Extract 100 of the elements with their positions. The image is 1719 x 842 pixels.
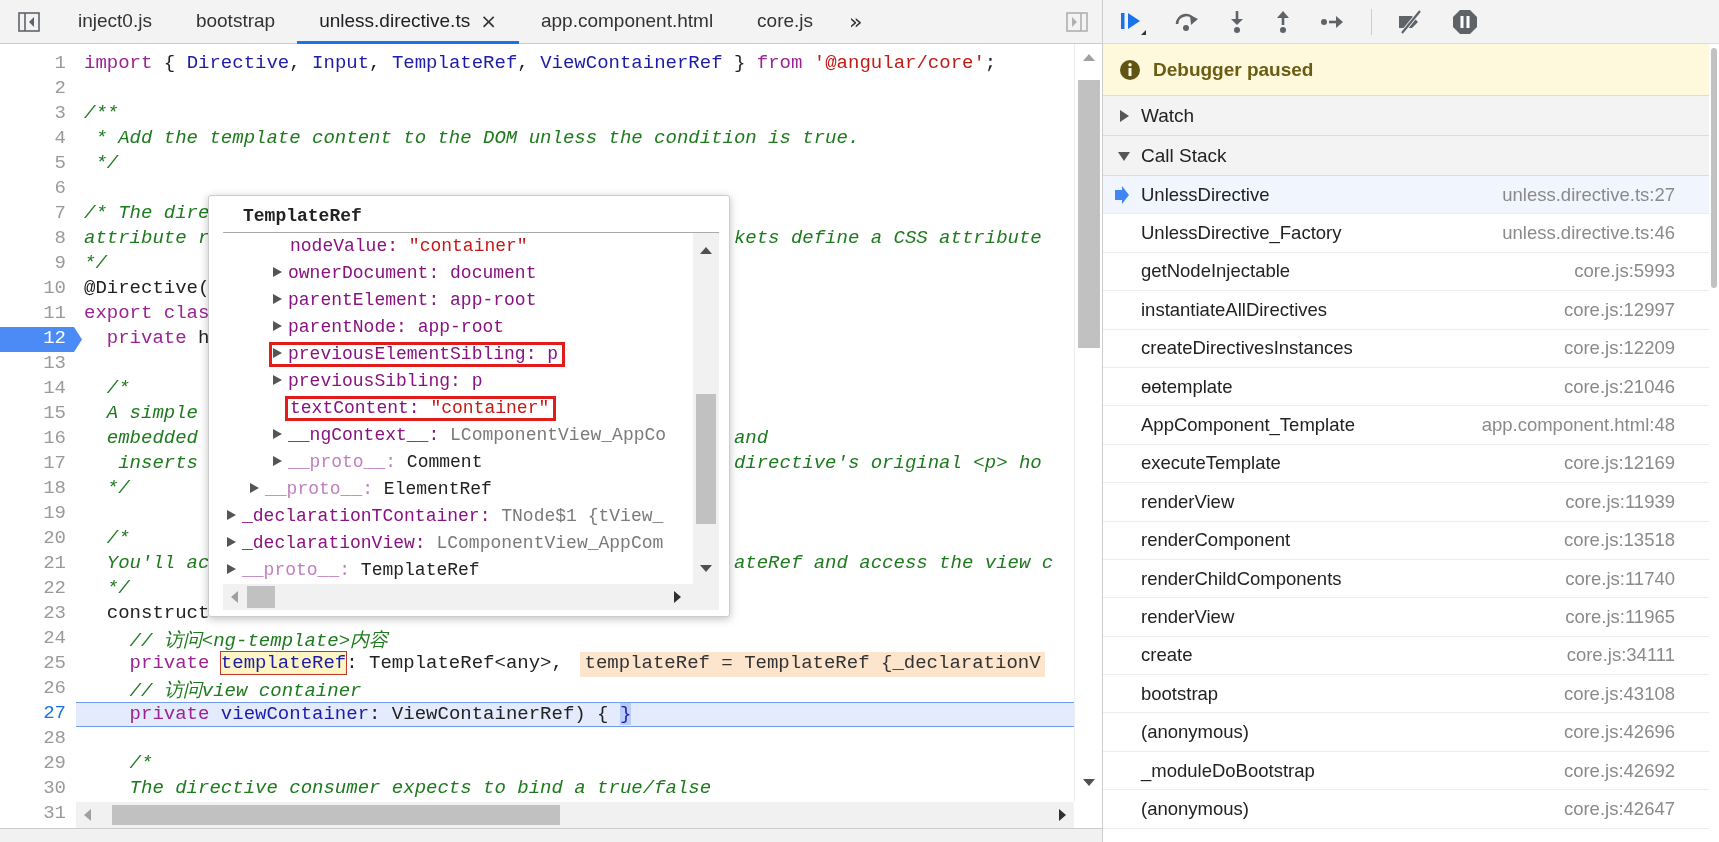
frame-location[interactable]: core.js:5993 (1574, 260, 1675, 283)
file-tab[interactable]: bootstrap (173, 0, 298, 44)
line-number[interactable]: 28 (0, 727, 76, 752)
call-frame[interactable]: renderView core.js:11965 (1103, 598, 1709, 637)
breakpoint-marker[interactable]: 12 (0, 327, 82, 352)
frame-name[interactable]: executeTemplate (1141, 452, 1281, 475)
line-number[interactable]: 7 (0, 202, 76, 227)
frame-location[interactable]: core.js:21046 (1563, 375, 1675, 398)
frame-name[interactable]: renderComponent (1141, 529, 1291, 552)
scrollbar-thumb[interactable] (696, 394, 716, 524)
frame-name[interactable]: createDirectivesInstances (1141, 337, 1353, 360)
frame-name[interactable]: getNodeInjectable (1141, 260, 1291, 283)
frame-location[interactable]: unless.directive.ts:27 (1502, 183, 1675, 206)
line-number[interactable]: 1 (0, 52, 76, 77)
line-number[interactable]: 4 (0, 127, 76, 152)
frame-location[interactable]: app.component.html:48 (1481, 414, 1675, 437)
call-frame[interactable]: executeTemplate core.js:12169 (1103, 444, 1709, 484)
frame-name[interactable]: _moduleDoBootstrap (1141, 759, 1315, 782)
frame-name[interactable]: renderView (1141, 606, 1235, 628)
scroll-down-icon[interactable] (1081, 778, 1096, 788)
line-number[interactable]: 10 (0, 277, 76, 302)
line-number[interactable]: 26 (0, 677, 76, 702)
scroll-up-icon[interactable] (699, 245, 713, 255)
frame-name[interactable]: renderChildComponents (1141, 567, 1342, 590)
frame-name[interactable]: AppComponent_Template (1141, 414, 1355, 437)
call-frame[interactable]: instantiateAllDirectives core.js:12997 (1103, 291, 1709, 330)
line-number[interactable]: 30 (0, 777, 76, 802)
more-tabs-button[interactable]: » (849, 9, 863, 34)
frame-location[interactable]: core.js:11740 (1565, 567, 1675, 590)
frame-location[interactable]: core.js:11939 (1565, 490, 1675, 513)
navigator-toggle-icon[interactable] (18, 11, 40, 32)
line-number[interactable]: 21 (0, 552, 76, 577)
frame-location[interactable]: core.js:13518 (1563, 529, 1675, 552)
line-number[interactable]: 23 (0, 602, 76, 627)
line-number[interactable]: 19 (0, 502, 76, 527)
line-number[interactable]: 14 (0, 377, 76, 402)
frame-location[interactable]: core.js:12169 (1563, 452, 1675, 475)
horizontal-scrollbar[interactable] (76, 802, 1074, 828)
file-tab[interactable]: unless.directive.ts × (297, 0, 519, 44)
frame-location[interactable]: core.js:11965 (1565, 606, 1675, 628)
frame-name[interactable]: UnlessDirective (1141, 183, 1270, 206)
scrollbar-thumb[interactable] (1711, 48, 1717, 288)
line-number[interactable]: 29 (0, 752, 76, 777)
call-frame[interactable]: getNodeInjectable core.js:5993 (1103, 252, 1709, 292)
line-number[interactable]: 22 (0, 577, 76, 602)
scrollbar-thumb[interactable] (1077, 80, 1100, 348)
line-number[interactable]: 11 (0, 302, 76, 327)
pause-octagon-icon[interactable] (1452, 8, 1478, 35)
debugger-toggle-icon[interactable] (1066, 11, 1088, 32)
line-number[interactable]: 13 (0, 352, 76, 377)
call-frame[interactable]: create core.js:34111 (1103, 636, 1709, 676)
call-frame[interactable]: renderView core.js:11939 (1103, 483, 1709, 522)
scroll-down-icon[interactable] (699, 564, 713, 574)
file-tab[interactable]: app.component.html (518, 0, 736, 44)
call-frame[interactable]: _moduleDoBootstrap core.js:42692 (1103, 751, 1709, 791)
line-number[interactable]: 2 (0, 77, 76, 102)
line-number[interactable]: 17 (0, 452, 76, 477)
frame-name[interactable]: UnlessDirective_Factory (1141, 222, 1342, 245)
close-button[interactable]: × (480, 8, 497, 33)
frame-location[interactable]: core.js:12209 (1563, 337, 1675, 360)
line-number[interactable]: 15 (0, 402, 76, 427)
line-number[interactable]: 27 (0, 702, 76, 727)
call-frame[interactable]: renderChildComponents core.js:11740 (1103, 559, 1709, 599)
frame-location[interactable]: core.js:43108 (1563, 682, 1675, 705)
frame-location[interactable]: unless.directive.ts:46 (1502, 222, 1675, 245)
frame-name[interactable]: instantiateAllDirectives (1141, 298, 1328, 321)
line-number[interactable]: 24 (0, 627, 76, 652)
line-number[interactable]: 18 (0, 477, 76, 502)
frame-name[interactable]: ɵɵtemplate (1141, 375, 1233, 398)
line-number[interactable]: 5 (0, 152, 76, 177)
frame-location[interactable]: core.js:42696 (1563, 721, 1675, 744)
scroll-right-icon[interactable] (1058, 808, 1068, 822)
frame-location[interactable]: core.js:42647 (1563, 797, 1675, 820)
call-frame[interactable]: (anonymous) core.js:42696 (1103, 713, 1709, 752)
call-frame[interactable]: UnlessDirective unless.directive.ts:27 (1103, 176, 1709, 215)
frame-name[interactable]: (anonymous) (1141, 721, 1249, 744)
frame-location[interactable]: core.js:12997 (1563, 298, 1675, 321)
call-frame[interactable]: AppComponent_Template app.component.html:48 (1103, 406, 1709, 445)
file-tab[interactable]: core.js (735, 0, 836, 44)
call-frame[interactable]: bootstrap core.js:43108 (1103, 675, 1709, 714)
call-frame[interactable]: createDirectivesInstances core.js:12209 (1103, 329, 1709, 368)
frame-name[interactable]: create (1141, 644, 1193, 667)
line-number[interactable]: 20 (0, 527, 76, 552)
frame-location[interactable]: core.js:34111 (1566, 644, 1675, 667)
file-tab[interactable]: inject0.js (56, 0, 174, 44)
scrollbar-thumb[interactable] (112, 805, 560, 825)
line-number[interactable]: 31 (0, 802, 76, 828)
line-number[interactable]: 25 (0, 652, 76, 677)
frame-name[interactable]: renderView (1141, 490, 1235, 513)
section-header[interactable]: Call Stack (1103, 136, 1709, 176)
scrollbar-thumb[interactable] (247, 586, 275, 608)
frame-name[interactable]: (anonymous) (1141, 797, 1249, 820)
expand-arrow-icon[interactable] (1117, 108, 1131, 123)
call-frame[interactable]: UnlessDirective_Factory unless.directive.ts:46 (1103, 214, 1709, 253)
line-number[interactable]: 16 (0, 427, 76, 452)
section-header[interactable]: Watch (1103, 96, 1709, 136)
call-frame[interactable]: renderComponent core.js:13518 (1103, 521, 1709, 560)
call-frame[interactable]: (anonymous) core.js:42647 (1103, 790, 1709, 829)
line-number[interactable]: 9 (0, 252, 76, 277)
line-number[interactable]: 3 (0, 102, 76, 127)
